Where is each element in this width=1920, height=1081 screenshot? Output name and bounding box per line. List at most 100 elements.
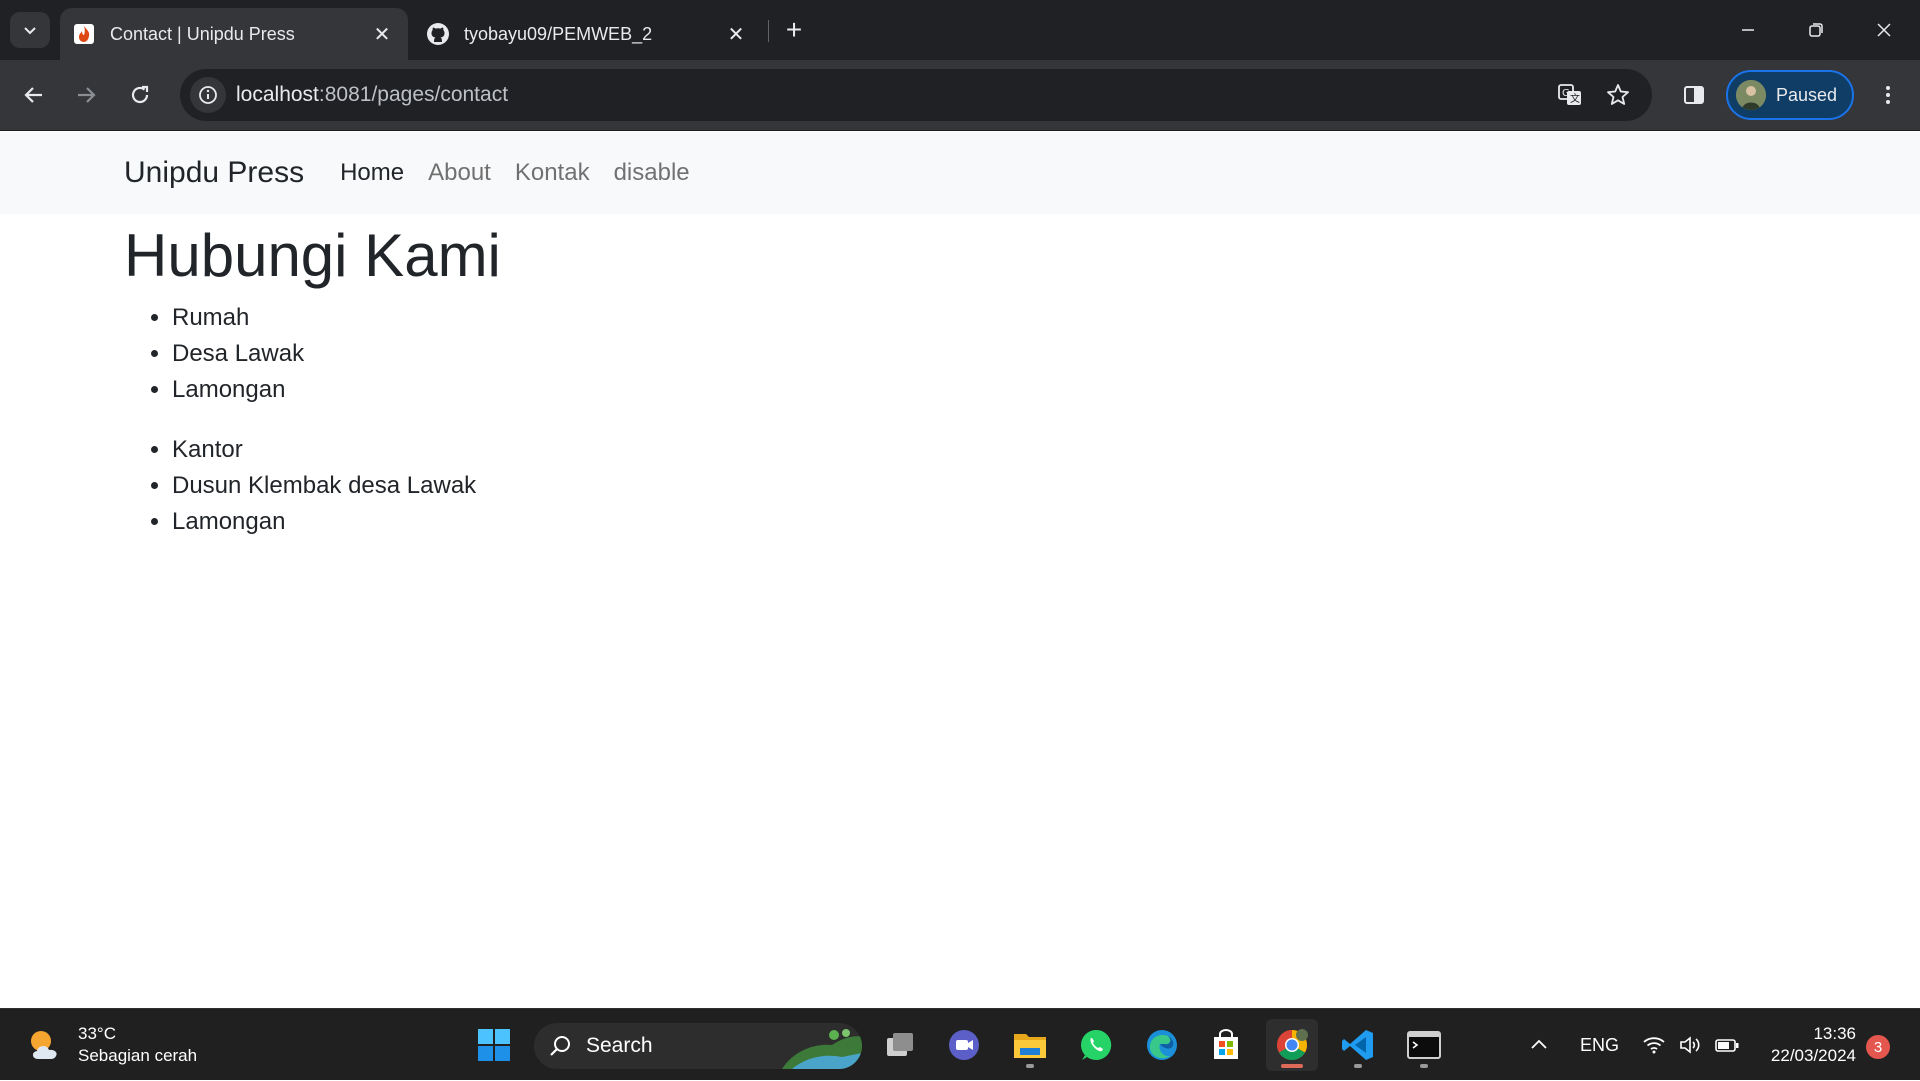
browser-tab-strip: Contact | Unipdu Press ✕ tyobayu09/PEMWE… bbox=[0, 0, 1920, 60]
microsoft-store-button[interactable] bbox=[1200, 1019, 1252, 1071]
chevron-down-icon bbox=[24, 27, 36, 35]
wifi-icon[interactable] bbox=[1642, 1009, 1666, 1081]
list-item: Dusun Klembak desa Lawak bbox=[172, 468, 1920, 504]
chat-icon bbox=[949, 1030, 979, 1060]
vscode-icon bbox=[1342, 1030, 1373, 1060]
clock-date: 22/03/2024 bbox=[1770, 1046, 1856, 1065]
restore-icon bbox=[1809, 23, 1823, 37]
nav-link-home[interactable]: Home bbox=[340, 159, 404, 187]
restore-button[interactable] bbox=[1782, 0, 1850, 60]
list-item: Rumah bbox=[172, 300, 1920, 336]
site-info-icon[interactable] bbox=[190, 77, 226, 113]
active-indicator bbox=[1281, 1064, 1303, 1068]
close-tab-icon[interactable]: ✕ bbox=[724, 22, 748, 46]
terminal-button[interactable] bbox=[1398, 1019, 1450, 1071]
address-bar[interactable]: localhost:8081/pages/contact G文 bbox=[180, 69, 1652, 121]
github-icon bbox=[426, 22, 450, 46]
teams-chat-button[interactable] bbox=[938, 1019, 990, 1071]
windows-taskbar: 33°C Sebagian cerah Search ENG 13:36 22/… bbox=[0, 1008, 1920, 1080]
search-icon bbox=[550, 1036, 570, 1056]
battery-icon[interactable] bbox=[1714, 1009, 1740, 1081]
weather-temperature: 33°C bbox=[78, 1024, 116, 1043]
address-list-office: Kantor Dusun Klembak desa Lawak Lamongan bbox=[124, 432, 1920, 540]
search-label: Search bbox=[586, 1034, 653, 1057]
running-indicator bbox=[1420, 1064, 1428, 1068]
chrome-button[interactable] bbox=[1266, 1019, 1318, 1071]
browser-toolbar: localhost:8081/pages/contact G文 Paused bbox=[0, 60, 1920, 131]
url-host: localhost bbox=[236, 83, 319, 106]
clock-time: 13:36 bbox=[1813, 1024, 1856, 1043]
main-content: Hubungi Kami Rumah Desa Lawak Lamongan K… bbox=[0, 220, 1920, 540]
minimize-button[interactable] bbox=[1714, 0, 1782, 60]
minimize-icon bbox=[1742, 29, 1754, 31]
running-indicator bbox=[1354, 1064, 1362, 1068]
list-item: Desa Lawak bbox=[172, 336, 1920, 372]
nav-link-kontak[interactable]: Kontak bbox=[515, 159, 590, 187]
terminal-icon bbox=[1407, 1031, 1441, 1059]
task-view-icon bbox=[887, 1033, 913, 1056]
edge-browser-button[interactable] bbox=[1136, 1019, 1188, 1071]
edge-icon bbox=[1147, 1030, 1177, 1060]
taskbar-search-box[interactable]: Search bbox=[534, 1023, 862, 1069]
reload-button[interactable] bbox=[120, 75, 160, 115]
web-page: Unipdu Press Home About Kontak disable H… bbox=[0, 132, 1920, 1008]
tab-title: tyobayu09/PEMWEB_2 bbox=[464, 23, 653, 44]
forward-button[interactable] bbox=[66, 75, 106, 115]
language-indicator[interactable]: ENG bbox=[1580, 1009, 1619, 1081]
browser-menu-button[interactable] bbox=[1868, 75, 1908, 115]
close-icon bbox=[1877, 23, 1891, 37]
partly-sunny-icon bbox=[26, 1025, 66, 1065]
tab-github[interactable]: tyobayu09/PEMWEB_2 ✕ bbox=[414, 8, 762, 60]
taskbar-clock[interactable]: 13:36 22/03/2024 bbox=[1756, 1023, 1856, 1067]
nav-link-disable[interactable]: disable bbox=[614, 159, 690, 187]
windows-logo-icon bbox=[478, 1029, 510, 1061]
new-tab-button[interactable]: + bbox=[778, 14, 810, 46]
site-navbar: Unipdu Press Home About Kontak disable bbox=[0, 132, 1920, 214]
close-window-button[interactable] bbox=[1850, 0, 1918, 60]
chevron-up-icon bbox=[1531, 1039, 1547, 1049]
list-item: Lamongan bbox=[172, 372, 1920, 408]
show-hidden-icons-button[interactable] bbox=[1528, 1009, 1550, 1081]
notification-count-badge[interactable]: 3 bbox=[1866, 1035, 1890, 1059]
volume-icon[interactable] bbox=[1678, 1009, 1704, 1081]
bookmark-star-icon[interactable] bbox=[1602, 79, 1634, 111]
svg-text:文: 文 bbox=[1570, 92, 1580, 105]
list-item: Kantor bbox=[172, 432, 1920, 468]
translate-icon[interactable]: G文 bbox=[1554, 79, 1586, 111]
url-path: :8081/pages/contact bbox=[318, 83, 509, 106]
weather-widget[interactable]: 33°C Sebagian cerah bbox=[26, 1023, 197, 1067]
vscode-button[interactable] bbox=[1332, 1019, 1384, 1071]
reload-icon bbox=[131, 85, 149, 104]
nav-link-about[interactable]: About bbox=[428, 159, 491, 187]
list-item: Lamongan bbox=[172, 504, 1920, 540]
file-explorer-button[interactable] bbox=[1004, 1019, 1056, 1071]
folder-icon bbox=[1014, 1034, 1046, 1058]
back-button[interactable] bbox=[14, 75, 54, 115]
navbar-brand[interactable]: Unipdu Press bbox=[124, 156, 304, 190]
profile-button[interactable]: Paused bbox=[1726, 70, 1854, 120]
search-highlight-icon bbox=[782, 1029, 862, 1069]
chrome-icon bbox=[1276, 1029, 1308, 1061]
arrow-left-icon bbox=[24, 87, 42, 103]
avatar bbox=[1736, 80, 1766, 110]
profile-status: Paused bbox=[1776, 84, 1838, 105]
running-indicator bbox=[1026, 1064, 1034, 1068]
start-button[interactable] bbox=[468, 1019, 520, 1071]
side-panel-icon bbox=[1684, 86, 1704, 104]
codeigniter-flame-icon bbox=[72, 22, 96, 46]
tab-title: Contact | Unipdu Press bbox=[110, 23, 295, 44]
address-list-home: Rumah Desa Lawak Lamongan bbox=[124, 300, 1920, 408]
weather-description: Sebagian cerah bbox=[78, 1046, 198, 1065]
arrow-right-icon bbox=[78, 87, 96, 103]
url-text: localhost:8081/pages/contact bbox=[236, 83, 508, 107]
task-view-button[interactable] bbox=[874, 1019, 926, 1071]
close-tab-icon[interactable]: ✕ bbox=[370, 22, 394, 46]
tab-contact[interactable]: Contact | Unipdu Press ✕ bbox=[60, 8, 408, 60]
tab-search-button[interactable] bbox=[10, 12, 50, 48]
more-vertical-icon bbox=[1886, 86, 1890, 104]
whatsapp-icon bbox=[1081, 1029, 1112, 1060]
whatsapp-button[interactable] bbox=[1070, 1019, 1122, 1071]
side-panel-button[interactable] bbox=[1674, 75, 1714, 115]
tab-separator bbox=[768, 20, 769, 42]
store-icon bbox=[1214, 1029, 1238, 1059]
